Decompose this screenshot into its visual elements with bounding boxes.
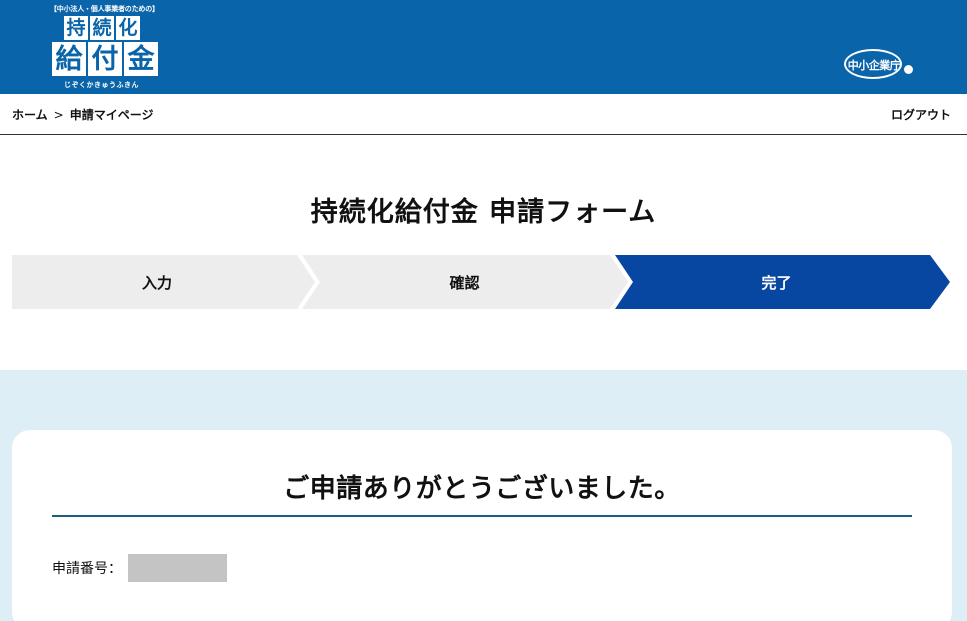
completion-section: ご申請ありがとうございました。 申請番号： xyxy=(0,370,967,621)
logo-ruby: じぞくかきゅうふきん xyxy=(64,81,139,89)
breadcrumb-mypage-link[interactable]: 申請マイページ xyxy=(70,106,154,123)
logo-char: 続 xyxy=(90,16,114,40)
sme-agency-logo: 中小企業庁 xyxy=(844,47,914,83)
jizokuka-kyufukin-logo[interactable]: 【中小法人・個人事業者のための】 持 続 化 給 付 金 じぞくかきゅうふきん xyxy=(50,4,162,90)
site-header: 【中小法人・個人事業者のための】 持 続 化 給 付 金 じぞくかきゅうふきん … xyxy=(0,0,967,94)
logout-link[interactable]: ログアウト xyxy=(891,106,951,123)
completion-heading: ご申請ありがとうございました。 xyxy=(52,468,912,517)
logo-tagline: 【中小法人・個人事業者のための】 xyxy=(50,5,159,13)
logo-row-2: 給 付 金 xyxy=(52,42,158,76)
breadcrumb: ホーム > 申請マイページ xyxy=(12,106,153,123)
logo-row-1: 持 続 化 xyxy=(64,16,140,40)
logo-char: 付 xyxy=(88,42,122,76)
sme-logo-dot xyxy=(904,65,913,74)
breadcrumb-home-link[interactable]: ホーム xyxy=(12,106,48,123)
application-number-label: 申請番号： xyxy=(52,561,122,577)
completion-card: ご申請ありがとうございました。 申請番号： xyxy=(12,430,952,621)
breadcrumb-bar: ホーム > 申請マイページ ログアウト xyxy=(0,94,967,135)
application-number-row: 申請番号： xyxy=(52,554,227,582)
step-confirm-label: 確認 xyxy=(449,274,480,292)
logo-char: 化 xyxy=(116,16,140,40)
step-input-label: 入力 xyxy=(141,274,172,292)
page-title: 持続化給付金 申請フォーム xyxy=(310,197,657,228)
progress-steps: 入力 確認 完了 xyxy=(12,255,952,309)
logo-char: 持 xyxy=(64,16,88,40)
logo-char: 給 xyxy=(52,42,86,76)
logo-char: 金 xyxy=(124,42,158,76)
application-number-redacted xyxy=(128,554,227,582)
step-complete-label: 完了 xyxy=(761,274,792,292)
sme-logo-text: 中小企業庁 xyxy=(847,59,901,72)
breadcrumb-separator: > xyxy=(53,107,64,122)
